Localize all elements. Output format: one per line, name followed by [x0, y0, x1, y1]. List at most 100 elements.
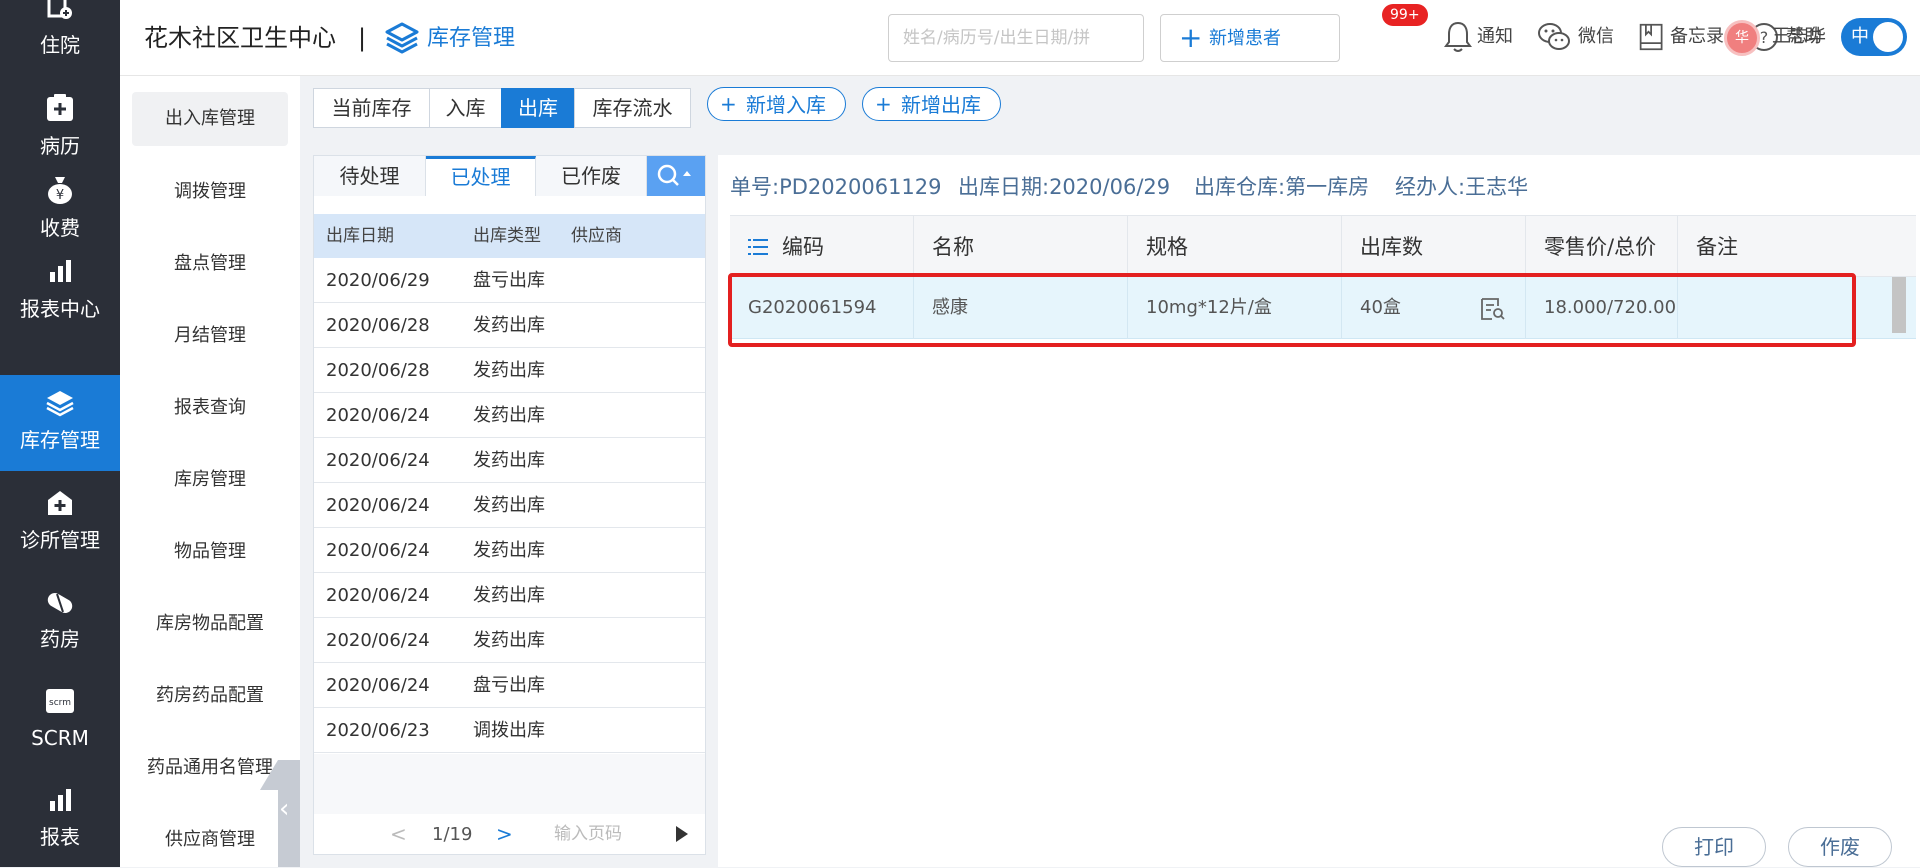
list-row[interactable]: 2020/06/24 发药出库	[314, 528, 705, 573]
tab-current-stock[interactable]: 当前库存	[313, 88, 430, 128]
submenu-item-report-query[interactable]: 报表查询	[132, 381, 288, 435]
nav-item-scrm[interactable]: scrm SCRM	[0, 673, 120, 769]
new-stock-out-button[interactable]: + 新增出库	[862, 87, 1001, 121]
user-name[interactable]: 王志华	[1772, 26, 1826, 48]
row-type: 发药出库	[473, 450, 545, 471]
list-row[interactable]: 2020/06/24 发药出库	[314, 483, 705, 528]
notification-button[interactable]: 通知	[1442, 18, 1514, 58]
bar-chart-icon	[50, 260, 71, 282]
wechat-button[interactable]: 微信	[1536, 18, 1614, 58]
add-patient-button[interactable]: + 新增患者	[1160, 14, 1340, 62]
void-button[interactable]: 作废	[1788, 827, 1892, 867]
pill-icon	[47, 593, 73, 613]
nav-label: SCRM	[31, 726, 89, 750]
page-indicator: 1/19	[432, 824, 473, 845]
list-row[interactable]: 2020/06/28 发药出库	[314, 303, 705, 348]
vertical-scrollbar[interactable]	[1892, 277, 1906, 333]
plus-icon: +	[875, 92, 892, 116]
column-header-type: 出库类型	[473, 226, 541, 246]
stock-out-list-panel: 待处理 已处理 已作废 出库日期 出库类型 供应商 2020/06/29 盘亏出…	[313, 155, 706, 855]
submenu-item-stocktake[interactable]: 盘点管理	[132, 237, 288, 291]
view-detail-icon[interactable]	[1480, 297, 1506, 321]
nav-label: 报表	[40, 825, 80, 849]
list-row[interactable]: 2020/06/24 盘亏出库	[314, 663, 705, 708]
submenu-item-pharmacy-drug-config[interactable]: 药房药品配置	[132, 669, 288, 723]
tab-pending[interactable]: 待处理	[314, 156, 426, 196]
nav-item-pharmacy[interactable]: 药房	[0, 574, 120, 670]
nav-item-clinic-management[interactable]: 诊所管理	[0, 475, 120, 571]
nav-item-inventory[interactable]: 库存管理	[0, 375, 120, 471]
submenu-item-in-out-management[interactable]: 出入库管理	[132, 92, 288, 146]
row-type: 发药出库	[473, 630, 545, 651]
cell-code: G2020061594	[730, 277, 914, 339]
wechat-label: 微信	[1578, 26, 1614, 47]
sidebar-collapse-handle[interactable]: ‹	[260, 760, 300, 867]
row-date: 2020/06/28	[326, 315, 430, 336]
cell-spec: 10mg*12片/盒	[1128, 277, 1342, 339]
column-header-date: 出库日期	[326, 226, 394, 246]
row-type: 发药出库	[473, 495, 545, 516]
submenu-item-monthly-close[interactable]: 月结管理	[132, 309, 288, 363]
bar-chart-icon	[50, 789, 71, 811]
add-patient-label: 新增患者	[1209, 28, 1281, 49]
list-icon	[748, 239, 768, 255]
svg-text:?: ?	[1760, 28, 1769, 47]
list-row[interactable]: 2020/06/23 调拨出库	[314, 708, 705, 753]
nav-item-report-center[interactable]: 报表中心	[0, 238, 120, 334]
handler: 经办人:王志华	[1395, 175, 1529, 199]
cell-price: 18.000/720.00	[1526, 277, 1678, 339]
row-date: 2020/06/24	[326, 450, 430, 471]
svg-text:¥: ¥	[56, 188, 64, 203]
submenu-item-suppliers[interactable]: 供应商管理	[132, 813, 288, 867]
module-title-text: 库存管理	[427, 26, 516, 51]
avatar[interactable]: 华	[1724, 20, 1760, 56]
list-row[interactable]: 2020/06/24 发药出库	[314, 618, 705, 663]
column-header-supplier: 供应商	[571, 226, 622, 246]
list-row[interactable]: 2020/06/24 发药出库	[314, 438, 705, 483]
submenu-item-warehouse[interactable]: 库房管理	[132, 453, 288, 507]
tab-voided[interactable]: 已作废	[536, 156, 647, 196]
tab-stock-in[interactable]: 入库	[429, 88, 502, 128]
sub-menu: 出入库管理 调拨管理 盘点管理 月结管理 报表查询 库房管理 物品管理 库房物品…	[120, 76, 300, 867]
submenu-item-items[interactable]: 物品管理	[132, 525, 288, 579]
svg-text:scrm: scrm	[49, 698, 71, 708]
row-date: 2020/06/24	[326, 585, 430, 606]
scrm-icon: scrm	[46, 689, 74, 713]
list-row[interactable]: 2020/06/24 发药出库	[314, 393, 705, 438]
column-header-note: 备注	[1696, 235, 1738, 259]
patient-search-input[interactable]	[888, 14, 1144, 62]
print-button[interactable]: 打印	[1662, 827, 1766, 867]
row-date: 2020/06/24	[326, 495, 430, 516]
list-search-button[interactable]	[647, 156, 705, 196]
table-row[interactable]: G2020061594 感康 10mg*12片/盒 40盒 18.000/720…	[730, 277, 1916, 339]
cell-note	[1678, 277, 1916, 339]
list-row[interactable]: 2020/06/28 发药出库	[314, 348, 705, 393]
memo-button[interactable]: 备忘录	[1638, 18, 1734, 58]
row-date: 2020/06/28	[326, 360, 430, 381]
money-bag-icon: ¥	[48, 177, 72, 204]
toggle-knob	[1873, 22, 1903, 52]
row-type: 发药出库	[473, 360, 545, 381]
list-row[interactable]: 2020/06/24 发药出库	[314, 573, 705, 618]
next-page-button[interactable]: >	[496, 822, 513, 846]
new-stock-in-button[interactable]: + 新增入库	[707, 87, 846, 121]
notification-badge: 99+	[1382, 4, 1428, 26]
list-row[interactable]: 2020/06/29 盘亏出库	[314, 258, 705, 303]
submenu-item-warehouse-item-config[interactable]: 库房物品配置	[132, 597, 288, 651]
column-header-code: 编码	[730, 216, 914, 278]
toggle-label: 中	[1851, 26, 1869, 47]
nav-label: 诊所管理	[20, 528, 100, 552]
tab-stock-flow[interactable]: 库存流水	[574, 88, 691, 128]
tab-processed[interactable]: 已处理	[426, 156, 536, 196]
left-navigation: 住院 病历 ¥ 收费 报表中心 库存管理 诊所管理 药房 scrm SCRM 报…	[0, 0, 120, 867]
page-number-input[interactable]	[554, 820, 634, 848]
go-page-arrow-icon[interactable]	[676, 826, 688, 842]
pagination: < 1/19 >	[314, 814, 705, 854]
submenu-item-transfer[interactable]: 调拨管理	[132, 165, 288, 219]
tab-stock-out[interactable]: 出库	[501, 88, 575, 128]
new-stock-in-label: 新增入库	[746, 93, 826, 117]
out-warehouse: 出库仓库:第一库房	[1194, 175, 1370, 199]
language-toggle[interactable]: 中	[1841, 18, 1907, 56]
nav-item-reports[interactable]: 报表	[0, 772, 120, 868]
prev-page-button[interactable]: <	[390, 822, 407, 846]
